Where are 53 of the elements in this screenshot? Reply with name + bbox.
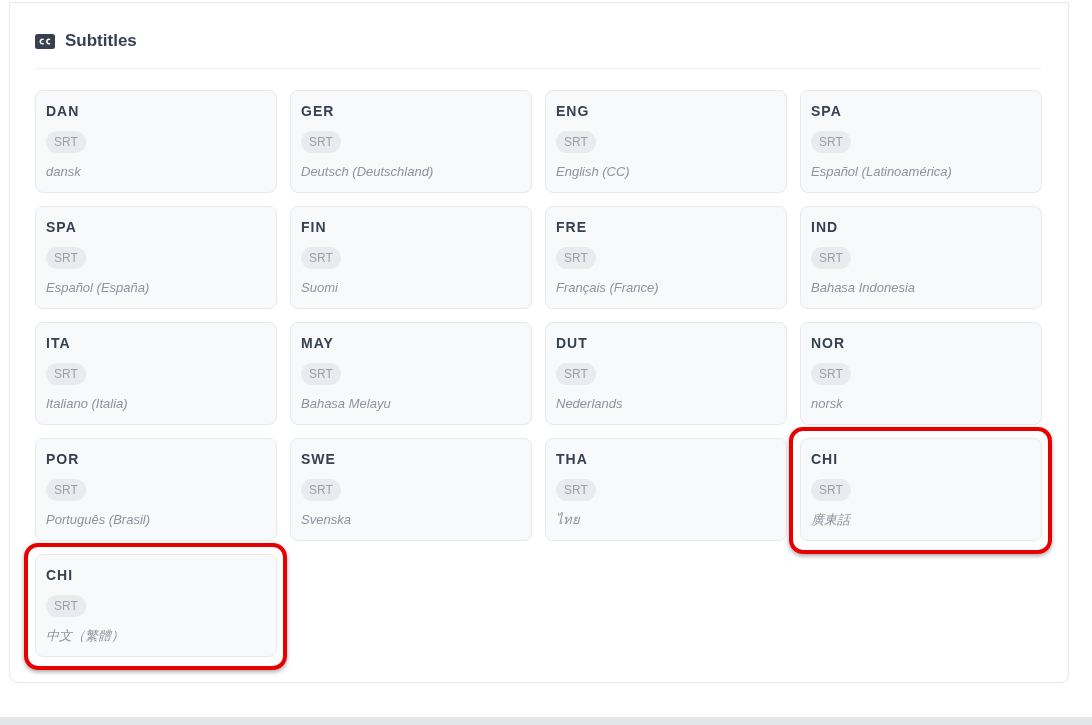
language-name: norsk bbox=[811, 395, 843, 413]
language-code: SPA bbox=[811, 102, 842, 120]
language-code: DAN bbox=[46, 102, 80, 120]
format-badge: SRT bbox=[46, 247, 86, 269]
language-code: CHI bbox=[46, 566, 74, 584]
format-badge: SRT bbox=[46, 131, 86, 153]
language-name: Português (Brasil) bbox=[46, 511, 151, 529]
language-name: 廣東話 bbox=[811, 511, 850, 529]
language-name: 中文（繁體） bbox=[46, 627, 124, 645]
format-badge: SRT bbox=[556, 247, 596, 269]
language-code: NOR bbox=[811, 334, 846, 352]
language-code: GER bbox=[301, 102, 335, 120]
language-code: IND bbox=[811, 218, 839, 236]
closed-captions-icon bbox=[35, 33, 55, 49]
format-badge: SRT bbox=[556, 479, 596, 501]
format-badge: SRT bbox=[301, 363, 341, 385]
format-badge: SRT bbox=[811, 247, 851, 269]
language-code: ENG bbox=[556, 102, 590, 120]
language-name: Español (España) bbox=[46, 279, 150, 297]
language-code: MAY bbox=[301, 334, 334, 352]
language-name: Bahasa Indonesia bbox=[811, 279, 916, 297]
language-code: THA bbox=[556, 450, 588, 468]
format-badge: SRT bbox=[811, 131, 851, 153]
language-name: Italiano (Italia) bbox=[46, 395, 128, 413]
language-name: dansk bbox=[46, 163, 81, 181]
language-name: Suomi bbox=[301, 279, 338, 297]
language-name: Español (Latinoamérica) bbox=[811, 163, 952, 181]
language-name: Bahasa Melayu bbox=[301, 395, 391, 413]
format-badge: SRT bbox=[301, 247, 341, 269]
format-badge: SRT bbox=[46, 363, 86, 385]
language-code: CHI bbox=[811, 450, 839, 468]
language-name: Svenska bbox=[301, 511, 351, 529]
format-badge: SRT bbox=[46, 595, 86, 617]
language-code: SPA bbox=[46, 218, 77, 236]
language-code: FIN bbox=[301, 218, 327, 236]
format-badge: SRT bbox=[556, 363, 596, 385]
format-badge: SRT bbox=[301, 131, 341, 153]
language-code: SWE bbox=[301, 450, 336, 468]
language-name: ไทย bbox=[556, 511, 580, 529]
language-code: DUT bbox=[556, 334, 588, 352]
language-code: ITA bbox=[46, 334, 71, 352]
language-code: POR bbox=[46, 450, 80, 468]
language-name: Deutsch (Deutschland) bbox=[301, 163, 434, 181]
format-badge: SRT bbox=[46, 479, 86, 501]
language-name: Nederlands bbox=[556, 395, 623, 413]
section-title: Subtitles bbox=[65, 31, 137, 51]
language-code: FRE bbox=[556, 218, 587, 236]
format-badge: SRT bbox=[301, 479, 341, 501]
format-badge: SRT bbox=[811, 479, 851, 501]
format-badge: SRT bbox=[811, 363, 851, 385]
language-name: English (CC) bbox=[556, 163, 630, 181]
format-badge: SRT bbox=[556, 131, 596, 153]
language-name: Français (France) bbox=[556, 279, 659, 297]
